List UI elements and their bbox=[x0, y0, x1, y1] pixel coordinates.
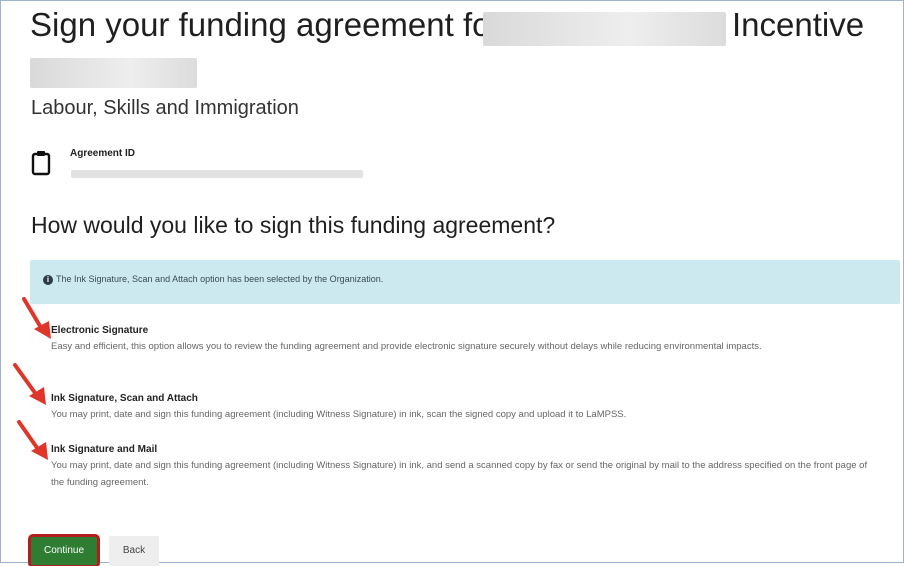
page-title-suffix: Incentive bbox=[732, 6, 865, 43]
agreement-id-block: Agreement ID bbox=[31, 146, 431, 186]
option-title: Ink Signature and Mail bbox=[51, 444, 158, 455]
redacted-agreement-id bbox=[71, 170, 363, 178]
page-title-prefix: Sign your funding agreement for bbox=[30, 6, 502, 43]
page-title: Sign your funding agreement for Incentiv… bbox=[30, 4, 900, 48]
clipboard-icon bbox=[31, 151, 51, 176]
back-button[interactable]: Back bbox=[109, 536, 159, 566]
option-electronic-signature[interactable]: Electronic Signature Easy and efficient,… bbox=[51, 325, 881, 355]
option-title: Electronic Signature bbox=[51, 325, 149, 336]
option-ink-mail[interactable]: Ink Signature and Mail You may print, da… bbox=[51, 444, 881, 491]
alert-text: The Ink Signature, Scan and Attach optio… bbox=[56, 274, 384, 284]
redacted-program-name bbox=[483, 12, 726, 46]
option-title: Ink Signature, Scan and Attach bbox=[51, 393, 198, 404]
option-ink-scan-attach[interactable]: Ink Signature, Scan and Attach You may p… bbox=[51, 393, 881, 423]
option-description: Easy and efficient, this option allows y… bbox=[51, 341, 762, 352]
option-description: You may print, date and sign this fundin… bbox=[51, 409, 627, 420]
continue-button[interactable]: Continue bbox=[28, 534, 100, 566]
signing-question: How would you like to sign this funding … bbox=[31, 212, 556, 238]
option-description: You may print, date and sign this fundin… bbox=[51, 460, 868, 488]
annotation-arrow-icon bbox=[17, 420, 48, 460]
agreement-id-label: Agreement ID bbox=[70, 148, 136, 159]
annotation-arrow-icon bbox=[13, 363, 46, 405]
ministry-name: Labour, Skills and Immigration bbox=[31, 97, 299, 119]
annotation-arrow-icon bbox=[22, 297, 51, 339]
info-icon: i bbox=[43, 275, 53, 285]
info-alert: i The Ink Signature, Scan and Attach opt… bbox=[30, 260, 900, 304]
redacted-title-continuation bbox=[30, 58, 197, 88]
